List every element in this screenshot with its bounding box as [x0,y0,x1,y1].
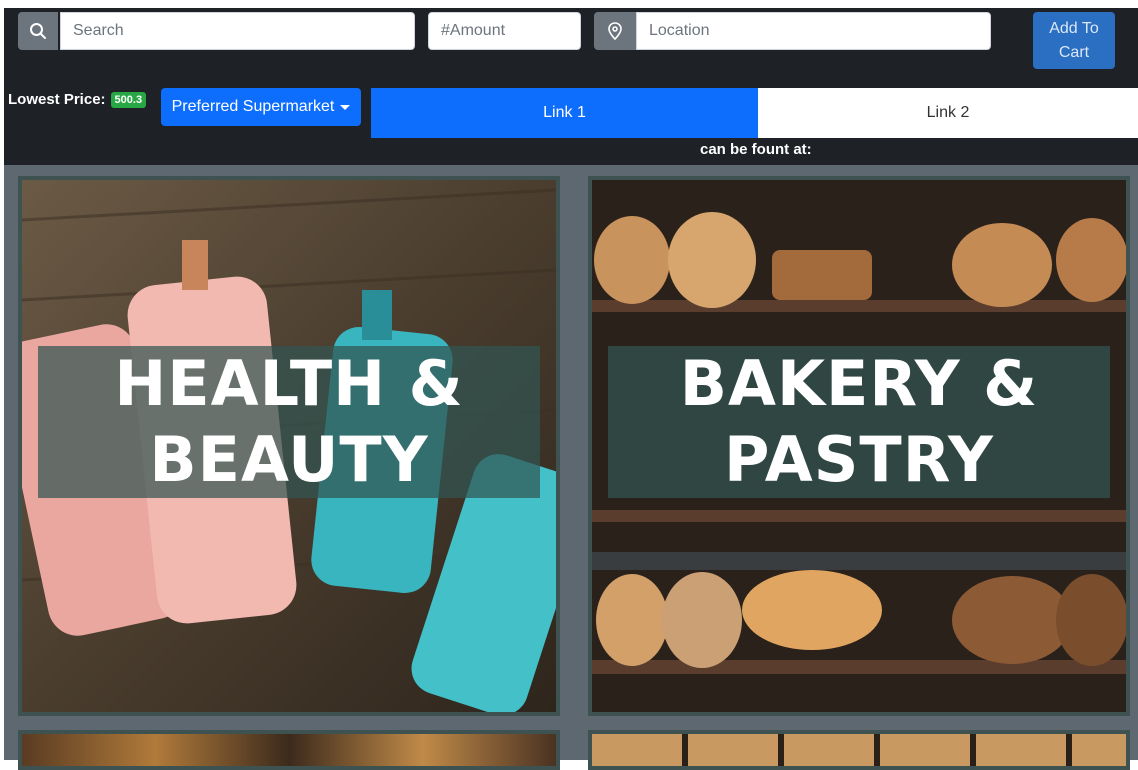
lowest-price: Lowest Price: 500.3 [8,91,147,108]
category-title-box: HEALTH & BEAUTY [38,346,540,498]
category-tile-health-beauty[interactable]: HEALTH & BEAUTY [18,176,560,716]
tab-bar: Link 1 Link 2 [371,88,1138,138]
price-badge: 500.3 [110,91,147,108]
add-to-cart-label: Add To Cart [1049,19,1099,61]
found-at-text: can be fount at: [700,141,812,158]
category-tile-partial-1[interactable] [18,730,560,770]
tab-link-1-label: Link 1 [543,104,586,121]
tab-link-1[interactable]: Link 1 [371,88,758,138]
search-input[interactable] [60,12,415,50]
partial-photo-1 [22,734,556,766]
caret-down-icon [340,104,351,110]
category-title-box: BAKERY & PASTRY [608,346,1110,498]
category-tile-partial-2[interactable] [588,730,1130,770]
lowest-price-label: Lowest Price: [8,91,106,108]
category-tile-bakery-pastry[interactable]: BAKERY & PASTRY [588,176,1130,716]
tab-link-2-label: Link 2 [926,104,970,121]
location-pin-icon[interactable] [594,12,636,50]
add-to-cart-button[interactable]: Add To Cart [1033,12,1115,69]
dropdown-label: Preferred Supermarket [171,98,335,115]
preferred-supermarket-dropdown[interactable]: Preferred Supermarket [161,88,361,126]
partial-photo-2 [592,734,1126,766]
location-input[interactable] [636,12,991,50]
search-icon[interactable] [18,12,58,50]
tab-link-2[interactable]: Link 2 [758,88,1138,138]
amount-input[interactable] [428,12,581,50]
category-title-bakery-pastry: BAKERY & PASTRY [679,347,1039,496]
category-title-health-beauty: HEALTH & BEAUTY [114,347,464,496]
